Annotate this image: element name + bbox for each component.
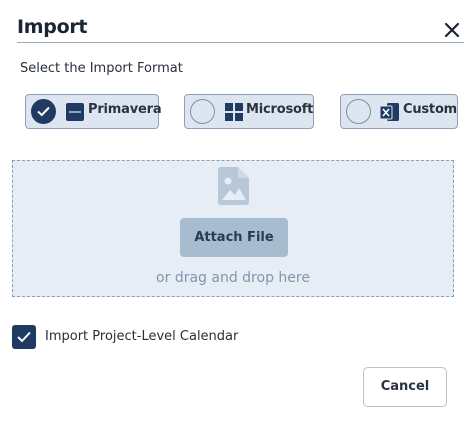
close-icon[interactable] (443, 21, 461, 39)
format-option-custom[interactable]: Custom (340, 94, 458, 129)
radio-selected-icon[interactable] (31, 99, 56, 124)
title-divider (17, 42, 464, 43)
import-calendar-checkbox[interactable] (12, 325, 36, 349)
format-option-microsoft[interactable]: Microsoft (184, 94, 314, 129)
image-file-icon (216, 166, 250, 210)
format-label-primavera: Primavera (88, 102, 162, 117)
drag-drop-hint: or drag and drop here (156, 270, 310, 286)
format-section-label: Select the Import Format (20, 61, 183, 76)
windows-logo-icon (225, 103, 243, 125)
format-label-microsoft: Microsoft (246, 102, 314, 117)
format-label-custom: Custom (403, 102, 458, 117)
primavera-logo-icon (66, 103, 84, 125)
dialog-title: Import (17, 16, 88, 38)
radio-unselected-icon[interactable] (190, 99, 215, 124)
radio-unselected-icon[interactable] (346, 99, 371, 124)
cancel-button[interactable]: Cancel (363, 367, 447, 407)
attach-file-button[interactable]: Attach File (180, 218, 288, 257)
import-calendar-label: Import Project-Level Calendar (45, 329, 239, 344)
format-option-primavera[interactable]: Primavera (25, 94, 162, 129)
excel-icon (379, 102, 400, 126)
file-dropzone[interactable]: Attach File or drag and drop here (12, 160, 454, 297)
